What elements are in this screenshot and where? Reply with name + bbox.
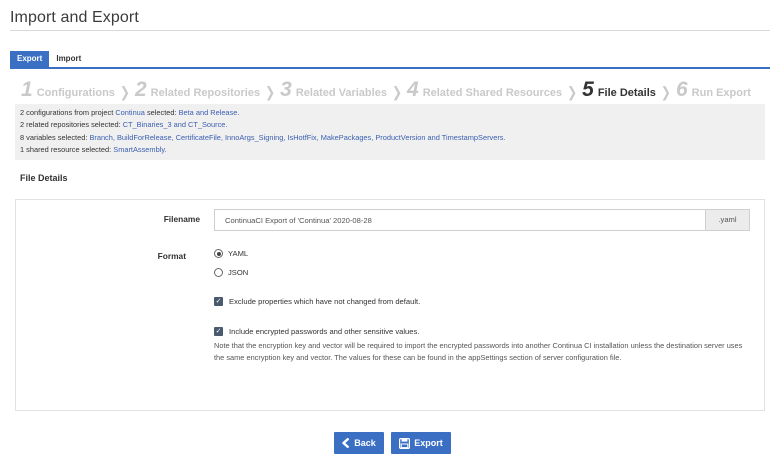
summary-variables: 8 variables selected: Branch, BuildForRe… [20, 132, 760, 144]
encryption-note: Note that the encryption key and vector … [214, 341, 743, 362]
summary-text: 2 related repositories selected: [20, 120, 123, 130]
step-file-details: 5 File Details [582, 78, 656, 102]
step-label: Related Shared Resources [422, 87, 563, 99]
summary-repositories: 2 related repositories selected: CT_Bina… [20, 119, 760, 131]
step-label: Run Export [691, 87, 751, 99]
back-label: Back [354, 438, 376, 448]
chevron-right-icon: ❯ [265, 83, 276, 101]
step-number: 2 [134, 78, 147, 101]
step-label: Related Variables [295, 87, 387, 99]
tab-import[interactable]: Import [49, 51, 88, 67]
chevron-right-icon: ❯ [119, 83, 130, 101]
chevron-left-icon [342, 438, 350, 448]
chevron-right-icon: ❯ [660, 83, 671, 101]
section-title: File Details [20, 173, 68, 183]
export-button[interactable]: Export [391, 432, 451, 454]
summary-configurations: 2 configurations from project Continua s… [20, 107, 760, 119]
step-related-repositories[interactable]: 2 Related Repositories [135, 78, 260, 102]
summary-text: 8 variables selected: [20, 132, 90, 142]
save-icon [399, 437, 411, 449]
shared-resources-link[interactable]: SmartAssembly. [113, 145, 166, 154]
include-sensitive-checkbox[interactable]: ✓ Include encrypted passwords and other … [214, 327, 419, 336]
step-number: 4 [407, 78, 419, 101]
configurations-link[interactable]: Beta and Release. [179, 108, 240, 117]
export-label: Export [414, 438, 443, 448]
variables-link[interactable]: Branch, BuildForRelease, CertificateFile… [89, 133, 505, 142]
filename-label: Filename [163, 214, 200, 224]
page-title: Import and Export [10, 9, 139, 26]
checkbox-label: Include encrypted passwords and other se… [229, 327, 420, 336]
chevron-right-icon: ❯ [567, 83, 578, 101]
selection-summary: 2 configurations from project Continua s… [15, 104, 765, 160]
step-label: File Details [597, 87, 656, 99]
summary-shared-resources: 1 shared resource selected: SmartAssembl… [20, 144, 760, 156]
summary-text: 1 shared resource selected: [20, 145, 114, 155]
title-divider [10, 30, 770, 31]
filename-input[interactable] [214, 209, 706, 231]
radio-icon[interactable] [214, 268, 223, 277]
tab-export[interactable]: Export [10, 51, 50, 67]
repositories-link[interactable]: CT_Binaries_3 and CT_Source. [123, 120, 228, 129]
back-button[interactable]: Back [334, 432, 384, 454]
chevron-right-icon: ❯ [391, 83, 402, 101]
radio-selected-icon[interactable] [214, 249, 223, 258]
step-run-export: 6 Run Export [676, 78, 751, 102]
radio-label: JSON [228, 268, 249, 277]
step-configurations[interactable]: 1 Configurations [21, 78, 115, 102]
exclude-unchanged-checkbox[interactable]: ✓ Exclude properties which have not chan… [214, 297, 420, 306]
format-option-json[interactable]: JSON [214, 268, 248, 277]
summary-text: 2 configurations from project [20, 108, 116, 117]
summary-text: selected: [144, 108, 179, 117]
step-number: 1 [21, 78, 33, 101]
wizard-steps: 1 Configurations ❯ 2 Related Repositorie… [21, 78, 751, 102]
step-number: 5 [582, 78, 594, 101]
step-related-variables[interactable]: 3 Related Variables [280, 78, 387, 102]
tab-bar: Export Import [10, 51, 88, 67]
checkbox-checked-icon[interactable]: ✓ [214, 327, 223, 336]
project-link[interactable]: Continua [115, 108, 145, 117]
checkbox-checked-icon[interactable]: ✓ [214, 297, 223, 306]
filename-extension: .yaml [706, 209, 750, 231]
checkbox-label: Exclude properties which have not change… [229, 297, 421, 306]
format-option-yaml[interactable]: YAML [214, 249, 248, 258]
step-related-shared-resources[interactable]: 4 Related Shared Resources [407, 78, 562, 102]
radio-label: YAML [228, 249, 249, 258]
step-label: Related Repositories [150, 87, 261, 99]
step-number: 6 [675, 78, 688, 101]
step-label: Configurations [36, 87, 115, 99]
tab-underline [10, 67, 770, 69]
step-number: 3 [280, 78, 292, 101]
format-label: Format [157, 251, 186, 261]
